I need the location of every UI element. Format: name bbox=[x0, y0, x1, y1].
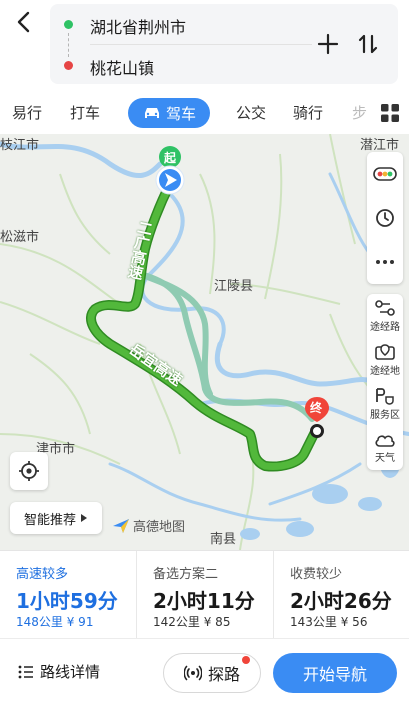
explore-route-button[interactable]: 探路 bbox=[163, 653, 261, 693]
via-point-label: 途经地 bbox=[370, 366, 400, 377]
map-tools-top bbox=[367, 152, 403, 284]
add-stop-button[interactable] bbox=[316, 32, 340, 56]
service-area-button[interactable]: 服务区 bbox=[367, 382, 403, 426]
origin-dot-icon bbox=[64, 20, 73, 29]
place-label-zhijiang: 枝江市 bbox=[0, 138, 40, 153]
back-button[interactable] bbox=[10, 8, 38, 36]
locate-button[interactable] bbox=[10, 452, 48, 490]
crosshair-icon bbox=[19, 461, 39, 481]
route-input-card: 湖北省荆州市 桃花山镇 bbox=[50, 4, 398, 84]
broadcast-icon bbox=[183, 665, 202, 681]
route-dotted-line bbox=[68, 33, 69, 57]
place-label-nanxian: 南县 bbox=[210, 532, 237, 547]
route-option-cost: ¥ 85 bbox=[203, 615, 231, 629]
route-detail-label: 路线详情 bbox=[40, 663, 101, 681]
plus-icon bbox=[317, 33, 339, 55]
history-button[interactable] bbox=[367, 196, 403, 240]
place-label-qianjiang: 潜江市 bbox=[360, 138, 400, 153]
map-tools-bottom: 途经路 途经地 服务区 天气 bbox=[367, 294, 403, 470]
brand-name: 高德地图 bbox=[133, 520, 186, 535]
navigation-arrow-icon bbox=[155, 165, 185, 195]
swap-icon bbox=[358, 34, 378, 54]
transport-tabs: 易行 打车 驾车 公交 骑行 步 bbox=[0, 92, 409, 134]
via-point-button[interactable]: 途经地 bbox=[367, 338, 403, 382]
amap-logo-icon bbox=[113, 518, 129, 533]
notification-dot bbox=[242, 656, 250, 664]
tab-drive-label: 驾车 bbox=[165, 104, 196, 123]
ellipsis-icon bbox=[376, 260, 394, 264]
route-option-distance: 148公里 bbox=[16, 615, 63, 629]
route-option-time: 2小时26分 bbox=[290, 589, 392, 613]
bottom-action-bar: 路线详情 探路 开始导航 bbox=[0, 638, 409, 707]
map-canvas bbox=[0, 134, 409, 550]
weather-label: 天气 bbox=[375, 453, 395, 464]
tab-bus[interactable]: 公交 bbox=[236, 102, 266, 123]
explore-route-label: 探路 bbox=[207, 665, 240, 684]
place-label-jiangling: 江陵县 bbox=[214, 279, 254, 294]
tab-walk[interactable]: 步 bbox=[352, 102, 367, 123]
smart-recommend-label: 智能推荐 bbox=[23, 512, 76, 528]
weather-button[interactable]: 天气 bbox=[367, 426, 403, 470]
route-points-icon bbox=[375, 300, 395, 316]
service-area-label: 服务区 bbox=[370, 410, 400, 421]
route-points-button[interactable]: 途经路 bbox=[367, 294, 403, 338]
route-option-meta: 148公里 ¥ 91 bbox=[16, 613, 93, 630]
route-points-label: 途经路 bbox=[370, 322, 400, 333]
current-location-marker bbox=[154, 164, 186, 196]
route-option-2[interactable]: 备选方案二 2小时11分 142公里 ¥ 85 bbox=[137, 551, 273, 639]
route-option-3[interactable]: 收费较少 2小时26分 143公里 ¥ 56 bbox=[274, 551, 409, 639]
destination-point bbox=[310, 424, 324, 438]
tabs-more-button[interactable] bbox=[380, 103, 400, 123]
traffic-light-icon bbox=[373, 167, 397, 181]
route-detail-button[interactable]: 路线详情 bbox=[18, 661, 100, 682]
route-option-cost: ¥ 56 bbox=[340, 615, 368, 629]
more-button[interactable] bbox=[367, 240, 403, 284]
route-option-cost: ¥ 91 bbox=[66, 615, 94, 629]
clock-icon bbox=[376, 209, 394, 227]
map-pin-icon bbox=[375, 344, 395, 360]
destination-field[interactable]: 桃花山镇 bbox=[90, 55, 154, 79]
route-option-title: 高速较多 bbox=[16, 567, 69, 582]
origin-field[interactable]: 湖北省荆州市 bbox=[90, 14, 186, 38]
route-header: 湖北省荆州市 桃花山镇 bbox=[0, 0, 409, 92]
route-divider bbox=[90, 44, 312, 45]
grid-icon bbox=[381, 104, 399, 122]
route-option-time: 1小时59分 bbox=[16, 589, 118, 613]
start-navigation-button[interactable]: 开始导航 bbox=[273, 653, 397, 693]
swap-route-button[interactable] bbox=[356, 32, 380, 56]
route-option-time: 2小时11分 bbox=[153, 589, 255, 613]
cloud-icon bbox=[375, 435, 395, 447]
tab-taxi[interactable]: 打车 bbox=[70, 102, 100, 123]
tab-drive[interactable]: 驾车 bbox=[128, 98, 210, 128]
traffic-button[interactable] bbox=[367, 152, 403, 196]
tab-bike[interactable]: 骑行 bbox=[293, 102, 323, 123]
back-arrow-icon bbox=[17, 11, 30, 33]
route-option-1[interactable]: 高速较多 1小时59分 148公里 ¥ 91 bbox=[0, 551, 136, 639]
route-option-distance: 142公里 bbox=[153, 615, 200, 629]
triangle-right-icon bbox=[81, 514, 87, 522]
route-option-meta: 143公里 ¥ 56 bbox=[290, 613, 367, 630]
route-map[interactable]: 江陵县 松滋市 枝江市 潜江市 津市市 南县 二广高速 岳宜高速 起 终 途经路… bbox=[0, 134, 409, 550]
coffee-cup-icon bbox=[376, 388, 394, 405]
destination-dot-icon bbox=[64, 61, 73, 70]
car-icon bbox=[144, 108, 159, 118]
route-option-title: 收费较少 bbox=[290, 567, 343, 582]
brand-logo: 高德地图 bbox=[112, 516, 185, 535]
route-option-title: 备选方案二 bbox=[153, 567, 219, 582]
route-option-meta: 142公里 ¥ 85 bbox=[153, 613, 230, 630]
route-option-distance: 143公里 bbox=[290, 615, 337, 629]
list-icon bbox=[18, 665, 33, 678]
end-marker-label: 终 bbox=[310, 401, 323, 415]
tab-yixing[interactable]: 易行 bbox=[12, 102, 42, 123]
route-options: 高速较多 1小时59分 148公里 ¥ 91 备选方案二 2小时11分 142公… bbox=[0, 550, 409, 639]
smart-recommend-button[interactable]: 智能推荐 bbox=[10, 502, 102, 534]
place-label-songzi: 松滋市 bbox=[0, 230, 40, 245]
